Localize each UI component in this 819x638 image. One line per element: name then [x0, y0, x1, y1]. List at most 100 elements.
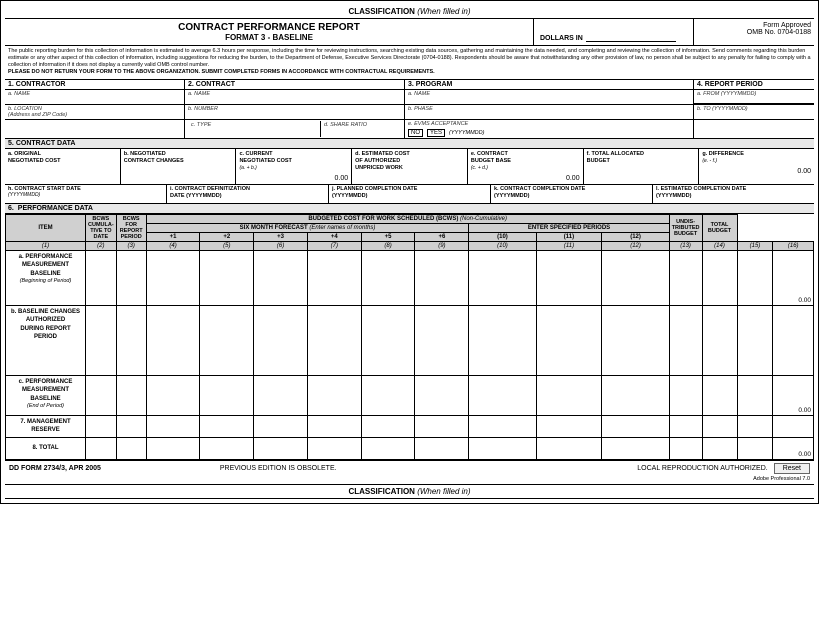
- col-p2: +2: [200, 232, 254, 241]
- row-b-label: b. BASELINE CHANGESAUTHORIZEDDURING REPO…: [6, 305, 86, 375]
- row-c-p5: [361, 375, 415, 415]
- row-b-p5: [361, 305, 415, 375]
- row-8-s10: [469, 437, 536, 459]
- contract-data-section-num: 5.: [8, 140, 14, 147]
- row-8-p3: [254, 437, 308, 459]
- row-a-p2: [200, 250, 254, 305]
- row-a-p4: [307, 250, 361, 305]
- col-s12: (12): [602, 232, 669, 241]
- row-a-undistrib: [737, 250, 773, 305]
- row-c-p3: [254, 375, 308, 415]
- col-num-4: (4): [146, 241, 200, 250]
- row-b-total: [773, 305, 814, 375]
- cd-col-f-label: f. TOTAL ALLOCATEDBUDGET: [587, 151, 696, 165]
- program-phase-label: b. PHASE: [408, 106, 690, 112]
- row-7-p2: [200, 415, 254, 437]
- program-section-num: 3.: [408, 81, 414, 88]
- row-7-p5: [361, 415, 415, 437]
- row-7-p6: [415, 415, 469, 437]
- col-num-5: (5): [200, 241, 254, 250]
- form-title: CONTRACT PERFORMANCE REPORT: [8, 22, 530, 33]
- row-c-bcws-report: [116, 375, 146, 415]
- col-num-15: (15): [737, 241, 773, 250]
- row-b-p6: [415, 305, 469, 375]
- classification-when: (When filled in): [417, 7, 470, 16]
- row-c-bcws-cumul: [86, 375, 117, 415]
- row-8-p4: [307, 437, 361, 459]
- row-8-bcws-cumul: [86, 437, 117, 459]
- col-p6: +6: [415, 232, 469, 241]
- notice-text: The public reporting burden for this col…: [5, 46, 814, 80]
- cd-col-c-sub: (a. + b.): [239, 165, 348, 171]
- col-num-1: (1): [6, 241, 86, 250]
- row-c-label: c. PERFORMANCEMEASUREMENTBASELINE (End o…: [6, 375, 86, 415]
- contract-estimated-label: l. ESTIMATED COMPLETION DATE(YYYYMMDD): [656, 186, 811, 200]
- row-b-s10: [469, 305, 536, 375]
- cd-col-g-value: 0.00: [702, 168, 811, 175]
- table-header-six-month: SIX MONTH FORECAST (Enter names of month…: [146, 223, 469, 232]
- row-8-p6: [415, 437, 469, 459]
- contractor-section-label: CONTRACTOR: [16, 81, 66, 88]
- row-7-p3: [254, 415, 308, 437]
- contract-section-num: 2.: [188, 81, 194, 88]
- row-b-bcws-report: [116, 305, 146, 375]
- row-c-s12: [602, 375, 669, 415]
- row-8-s14: [702, 437, 737, 459]
- col-num-11: (11): [536, 241, 602, 250]
- reset-button[interactable]: Reset: [774, 463, 810, 474]
- row-a-s10: [469, 250, 536, 305]
- col-p5: +5: [361, 232, 415, 241]
- row-a-label: a. PERFORMANCEMEASUREMENTBASELINE (Begin…: [6, 250, 86, 305]
- col-p4: +4: [307, 232, 361, 241]
- perf-section-num: 6.: [8, 205, 14, 212]
- row-a-p3: [254, 250, 308, 305]
- evms-yes-box: YES: [427, 129, 445, 137]
- row-c-p1: [146, 375, 200, 415]
- row-a-p6: [415, 250, 469, 305]
- row-7-p4: [307, 415, 361, 437]
- row-c-s14: [702, 375, 737, 415]
- col-num-3: (3): [116, 241, 146, 250]
- row-8-bcws-report: [116, 437, 146, 459]
- table-header-bcws-cumul: BCWSCUMULA-TIVE TODATE: [86, 214, 117, 241]
- row-b-s13: [669, 305, 702, 375]
- col-p1: +1: [146, 232, 200, 241]
- row-a-total: 0.00: [773, 250, 814, 305]
- footer-prev-edition: PREVIOUS EDITION IS OBSOLETE.: [101, 465, 456, 472]
- contractor-section-num: 1.: [8, 81, 14, 88]
- cd-col-e-value: 0.00: [471, 175, 580, 182]
- row-a-s14: [702, 250, 737, 305]
- row-c-undistrib: [737, 375, 773, 415]
- row-a-bcws-report: [116, 250, 146, 305]
- cd-col-a-label: a. ORIGINALNEGOTIATED COST: [8, 151, 117, 165]
- table-header-enter-specified: ENTER SPECIFIED PERIODS: [469, 223, 669, 232]
- row-a-s11: [536, 250, 602, 305]
- table-header-budgeted-title: BUDGETED COST FOR WORK SCHEDULED (BCWS) …: [146, 214, 669, 223]
- row-b-s11: [536, 305, 602, 375]
- contract-planned-label: j. PLANNED COMPLETION DATE(YYYYMMDD): [332, 186, 487, 200]
- row-c-total: 0.00: [773, 375, 814, 415]
- contract-type-label: c. TYPE: [191, 122, 317, 128]
- row-7-total: [773, 415, 814, 437]
- contract-number-label: b. NUMBER: [188, 106, 401, 112]
- row-c-s13: [669, 375, 702, 415]
- bottom-classification-when: (When filled in): [417, 487, 470, 496]
- row-8-label: 8. TOTAL: [6, 437, 86, 459]
- table-header-bcws-report: BCWS FORREPORTPERIOD: [116, 214, 146, 241]
- row-c-p6: [415, 375, 469, 415]
- row-b-p2: [200, 305, 254, 375]
- evms-no-box: NO: [408, 129, 423, 137]
- report-to-label: b. TO (YYYYMMDD): [697, 106, 811, 112]
- contract-name-label: a. NAME: [188, 91, 401, 97]
- report-period-num: 4.: [697, 81, 703, 88]
- row-8-s11: [536, 437, 602, 459]
- col-p3: +3: [254, 232, 308, 241]
- row-7-bcws-cumul: [86, 415, 117, 437]
- col-s11: (11): [536, 232, 602, 241]
- cd-col-b-label: b. NEGOTIATEDCONTRACT CHANGES: [124, 151, 233, 165]
- bottom-classification-label: CLASSIFICATION: [348, 487, 415, 496]
- row-b-p4: [307, 305, 361, 375]
- row-b-s12: [602, 305, 669, 375]
- omb-number: OMB No. 0704-0188: [697, 29, 811, 36]
- row-c-s11: [536, 375, 602, 415]
